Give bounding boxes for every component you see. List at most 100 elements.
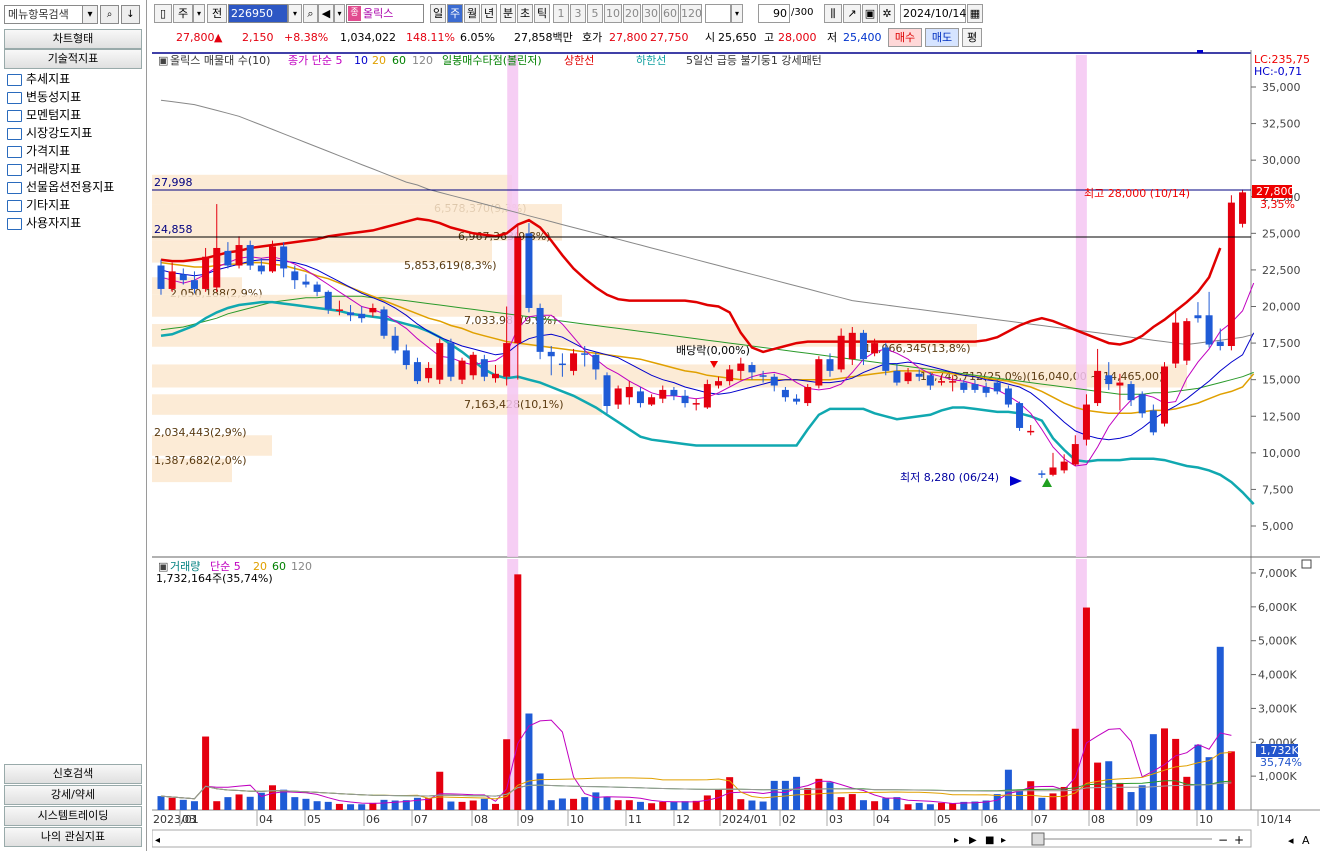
gear-icon[interactable]: ✲	[879, 4, 895, 23]
system-trading-button[interactable]: 시스템트레이딩	[4, 806, 142, 826]
stock-name-field[interactable]: 올릭스	[346, 4, 424, 23]
legend-upper[interactable]: 상한선	[564, 54, 594, 67]
volume-bar	[179, 799, 187, 810]
top-marker	[1197, 50, 1203, 53]
scroll-right-icon[interactable]: ▸	[954, 835, 959, 846]
chevron-down-icon[interactable]: ▾	[193, 4, 205, 23]
chart-type-button[interactable]: 차트형태	[4, 29, 142, 49]
interval-button[interactable]: 5	[587, 4, 603, 23]
volume-profile-label: 5,853,619(8,3%)	[404, 259, 497, 272]
low-label: 저	[827, 31, 838, 44]
calendar-icon[interactable]: ▦	[967, 4, 983, 23]
stock-code-input[interactable]: 226950	[228, 4, 288, 23]
period-tick[interactable]: 틱	[534, 4, 550, 23]
legend-signal[interactable]: 5일선 급등 불기둥1 강세패턴	[686, 53, 822, 67]
interval-button[interactable]: 60	[661, 4, 679, 23]
strength-button[interactable]: 강세/약세	[4, 785, 142, 805]
legend-ma60[interactable]: 60	[392, 54, 406, 67]
sell-button[interactable]: 매도	[925, 28, 959, 47]
tree-item[interactable]: 변동성지표	[6, 88, 142, 106]
legend-title[interactable]: 올릭스 매물대 수(10)	[170, 54, 270, 67]
tree-item[interactable]: 가격지표	[6, 142, 142, 160]
period-day[interactable]: 일	[430, 4, 446, 23]
volume-bar	[558, 798, 566, 810]
move-left-icon[interactable]: ◂	[1288, 834, 1294, 847]
current-price: 27,800	[176, 31, 215, 44]
prev-button[interactable]: 전	[207, 4, 227, 23]
down-arrow-icon[interactable]: ↓	[121, 5, 140, 24]
legend-lower[interactable]: 하한선	[636, 53, 666, 67]
legend-pattern[interactable]: 일봉매수타점(볼린저)	[442, 53, 542, 67]
volume-legend-ma120[interactable]: 120	[291, 560, 312, 573]
tree-item[interactable]: 추세지표	[6, 70, 142, 88]
stop-icon[interactable]: ■	[985, 835, 994, 846]
zoom-handle[interactable]	[1031, 832, 1045, 846]
average-button[interactable]: 평	[962, 28, 982, 47]
buy-button[interactable]: 매수	[888, 28, 922, 47]
interval-button[interactable]: 10	[604, 4, 622, 23]
step-icon[interactable]: ▸	[1001, 835, 1006, 846]
chevron-down-icon[interactable]: ▾	[334, 4, 345, 23]
font-icon[interactable]: A	[1302, 834, 1310, 847]
my-indicator-button[interactable]: 나의 관심지표	[4, 827, 142, 847]
legend-ma5[interactable]: 종가 단순 5	[288, 54, 342, 67]
tree-item[interactable]: 선물옵션전용지표	[6, 178, 142, 196]
zoom-out-icon[interactable]: −	[1218, 833, 1228, 847]
interval-button[interactable]: 1	[553, 4, 569, 23]
interval-button[interactable]: 3	[570, 4, 586, 23]
period-select[interactable]: 주	[173, 4, 193, 23]
period-year[interactable]: 년	[481, 4, 497, 23]
legend-box-icon: ▣	[158, 54, 168, 67]
tech-indicator-button[interactable]: 기술적지표	[4, 49, 142, 69]
period-month[interactable]: 월	[464, 4, 480, 23]
tree-item[interactable]: 기타지표	[6, 196, 142, 214]
search-icon[interactable]: ⌕	[303, 4, 318, 23]
candle-body	[692, 403, 700, 405]
interval-button[interactable]: 20	[623, 4, 641, 23]
tree-item[interactable]: 사용자지표	[6, 214, 142, 232]
volume-legend-ma60[interactable]: 60	[272, 560, 286, 573]
volume-bar	[547, 800, 555, 810]
speaker-icon[interactable]: ◀	[318, 4, 334, 23]
trend-icon[interactable]: ↗	[843, 4, 861, 23]
volume-bar	[670, 801, 678, 810]
candle-body	[826, 359, 834, 371]
tree-item[interactable]: 시장강도지표	[6, 124, 142, 142]
search-icon[interactable]: ⌕	[100, 5, 119, 24]
tree-item[interactable]: 거래량지표	[6, 160, 142, 178]
candle-body	[168, 271, 176, 289]
candle-body	[837, 335, 845, 370]
chevron-down-icon[interactable]: ▾	[288, 4, 302, 23]
pane-collapse-icon[interactable]	[1301, 559, 1312, 569]
legend-ma10[interactable]: 10	[354, 54, 368, 67]
period-second[interactable]: 초	[517, 4, 533, 23]
stock-chart[interactable]: 6,578,370(9,3%)6,967,363(9,8%)5,853,619(…	[152, 50, 1320, 850]
legend-ma120[interactable]: 120	[412, 54, 433, 67]
interval-button[interactable]: 120	[680, 4, 702, 23]
volume-bar	[291, 797, 299, 810]
interval-button[interactable]: 30	[642, 4, 660, 23]
signal-search-button[interactable]: 신호검색	[4, 764, 142, 784]
open-label: 시	[705, 31, 716, 44]
candle-body	[915, 373, 923, 377]
tree-item[interactable]: 모멘텀지표	[6, 106, 142, 124]
scroll-bar[interactable]: ◂ ▸ ▶ ■ ▸ − + ◂ A	[152, 829, 1310, 848]
candle-body	[625, 386, 633, 398]
volume-bar	[380, 799, 388, 810]
period-minute[interactable]: 분	[500, 4, 516, 23]
legend-ma20[interactable]: 20	[372, 54, 386, 67]
candle-body	[1094, 370, 1102, 404]
interval-input[interactable]	[705, 4, 731, 23]
chevron-down-icon[interactable]: ▾	[731, 4, 743, 23]
volume-bar	[358, 804, 366, 810]
scroll-left-icon[interactable]: ◂	[155, 835, 160, 846]
count-input[interactable]: 90	[758, 4, 790, 23]
search-dropdown-icon[interactable]: ▾	[82, 5, 98, 24]
candle-icon[interactable]: ⫼	[824, 4, 842, 23]
zoom-in-icon[interactable]: +	[1234, 833, 1244, 847]
save-icon[interactable]: ▣	[862, 4, 878, 23]
layout-icon[interactable]: ▯	[154, 4, 172, 23]
date-input[interactable]: 2024/10/14	[900, 4, 966, 23]
play-icon[interactable]: ▶	[969, 835, 977, 846]
period-week[interactable]: 주	[447, 4, 463, 23]
